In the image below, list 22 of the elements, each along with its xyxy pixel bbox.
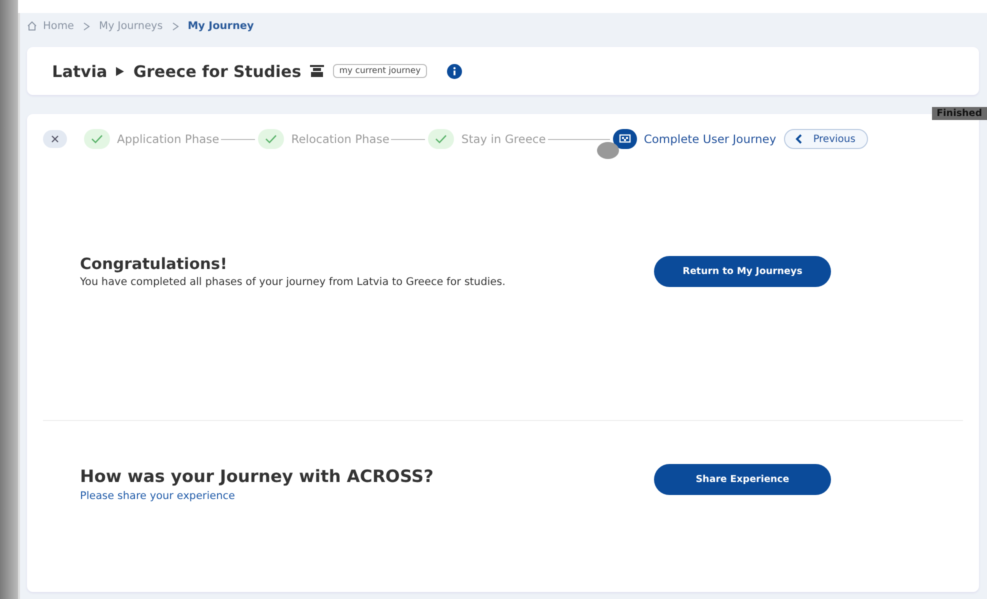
journey-badge: my current journey	[333, 64, 427, 78]
previous-button[interactable]: Previous	[784, 129, 868, 149]
info-icon[interactable]	[446, 64, 462, 78]
home-icon	[27, 21, 37, 31]
section-title: Congratulations!	[80, 254, 228, 272]
destination-title: Greece for Studies	[133, 62, 302, 80]
chevron-icon	[172, 22, 179, 30]
play-arrow-icon	[115, 66, 126, 76]
close-button[interactable]	[43, 130, 67, 148]
breadcrumb-link[interactable]: My Journey	[188, 20, 254, 32]
share-link[interactable]: Please share your experience	[80, 490, 654, 502]
chevron-left-icon	[795, 134, 804, 144]
finished-tooltip: Finished	[932, 107, 987, 120]
section-text: You have completed all phases of your journey from Latvia to Greece for studies.	[80, 276, 506, 288]
step-label[interactable]: Complete User Journey	[644, 132, 776, 146]
section-title: How was your Journey with ACROSS?	[80, 467, 434, 487]
close-icon	[51, 135, 59, 143]
action-button[interactable]: Return to My Journeys	[654, 256, 831, 286]
action-button[interactable]: Share Experience	[654, 464, 831, 495]
origin-title: Latvia	[52, 62, 108, 80]
chevron-icon	[83, 22, 90, 30]
pointer-dot	[597, 142, 619, 159]
